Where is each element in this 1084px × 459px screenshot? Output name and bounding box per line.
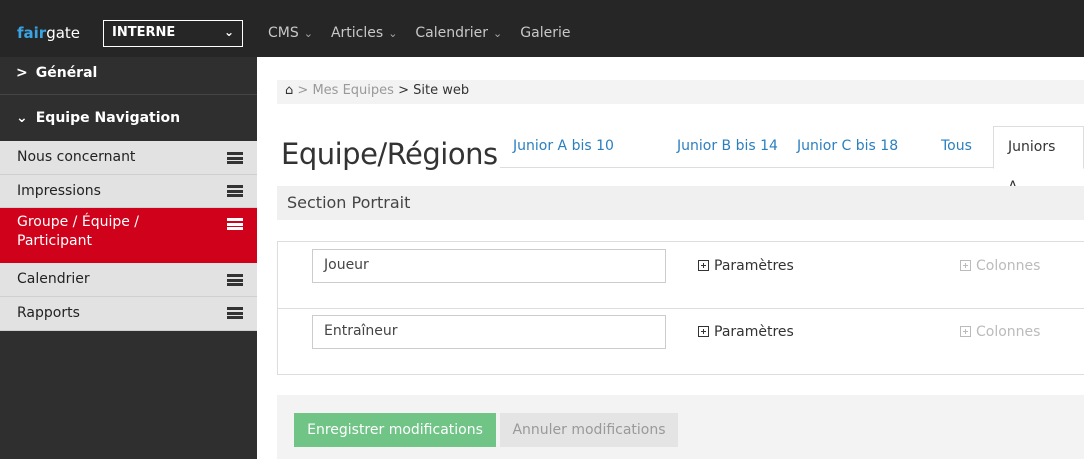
section-title: Section Portrait	[277, 186, 1084, 220]
breadcrumb-site-web: Site web	[413, 83, 470, 98]
nav-galerie[interactable]: Galerie	[520, 25, 570, 41]
chevron-down-icon: ⌄	[388, 27, 398, 40]
cancel-button[interactable]: Annuler modifications	[500, 413, 678, 447]
sidebar-item-rapports[interactable]: Rapports	[0, 297, 257, 331]
hamburger-icon[interactable]	[227, 307, 243, 319]
chevron-down-icon: ⌄	[303, 27, 313, 40]
top-nav-menu: CMS ⌄ Articles ⌄ Calendrier ⌄ Galerie	[268, 25, 570, 41]
fairgate-logo[interactable]: fairgate	[17, 24, 80, 42]
plus-square-icon	[698, 326, 709, 337]
plus-square-icon	[960, 326, 971, 337]
row-name-input[interactable]: Joueur	[312, 249, 666, 283]
sidebar-item-nous-concernant[interactable]: Nous concernant	[0, 141, 257, 175]
hamburger-icon[interactable]	[227, 218, 243, 230]
page-title: Equipe/Régions	[281, 137, 498, 171]
hamburger-icon[interactable]	[227, 274, 243, 286]
sidebar-item-impressions[interactable]: Impressions	[0, 175, 257, 208]
org-select-value: INTERNE	[112, 25, 176, 40]
breadcrumb: ⌂ > Mes Equipes > Site web	[277, 80, 1084, 104]
chevron-right-icon: >	[16, 65, 28, 81]
portrait-rows-panel: Joueur Paramètres Colonnes Entraîneur Pa…	[277, 241, 1084, 375]
save-button[interactable]: Enregistrer modifications	[294, 413, 496, 447]
sidebar: > Général ⌄ Equipe Navigation Nous concern…	[0, 57, 257, 459]
parametres-toggle[interactable]: Paramètres	[698, 258, 794, 274]
colonnes-toggle: Colonnes	[960, 324, 1040, 340]
home-icon[interactable]: ⌂	[285, 83, 293, 98]
chevron-down-icon: ⌄	[16, 110, 28, 126]
breadcrumb-mes-equipes[interactable]: Mes Equipes	[312, 83, 393, 98]
nav-articles[interactable]: Articles ⌄	[331, 25, 397, 41]
nav-calendrier[interactable]: Calendrier ⌄	[415, 25, 502, 41]
plus-square-icon	[960, 260, 971, 271]
form-actions: Enregistrer modifications Annuler modifi…	[277, 395, 1084, 459]
org-select[interactable]: INTERNE ⌄	[103, 20, 243, 47]
sidebar-item-calendrier[interactable]: Calendrier	[0, 263, 257, 297]
tab-bar: Junior A bis 10 Junior B bis 14 Junior C…	[500, 126, 1084, 195]
hamburger-icon[interactable]	[227, 152, 243, 164]
plus-square-icon	[698, 260, 709, 271]
tab-tous[interactable]: Tous	[941, 126, 972, 168]
row-name-input[interactable]: Entraîneur	[312, 315, 666, 349]
tab-junior-a-bis-10[interactable]: Junior A bis 10	[513, 126, 614, 168]
top-navbar: fairgate INTERNE ⌄ CMS ⌄ Articles ⌄ Calend…	[0, 0, 1084, 57]
tab-junior-c-bis-18[interactable]: Junior C bis 18	[797, 126, 898, 168]
colonnes-toggle: Colonnes	[960, 258, 1040, 274]
tab-juniors-a[interactable]: Juniors A	[993, 126, 1084, 195]
parametres-toggle[interactable]: Paramètres	[698, 324, 794, 340]
tab-junior-b-bis-14[interactable]: Junior B bis 14	[677, 126, 778, 168]
sidebar-section-equipe-navigation[interactable]: ⌄ Equipe Navigation	[0, 95, 257, 141]
row-divider	[278, 308, 1084, 309]
nav-cms[interactable]: CMS ⌄	[268, 25, 313, 41]
chevron-down-icon: ⌄	[493, 27, 503, 40]
hamburger-icon[interactable]	[227, 185, 243, 197]
sidebar-section-general[interactable]: > Général	[0, 57, 257, 95]
sidebar-item-groupe-equipe-participant[interactable]: Groupe / Équipe / Participant	[0, 208, 257, 263]
chevron-down-icon: ⌄	[223, 25, 234, 39]
